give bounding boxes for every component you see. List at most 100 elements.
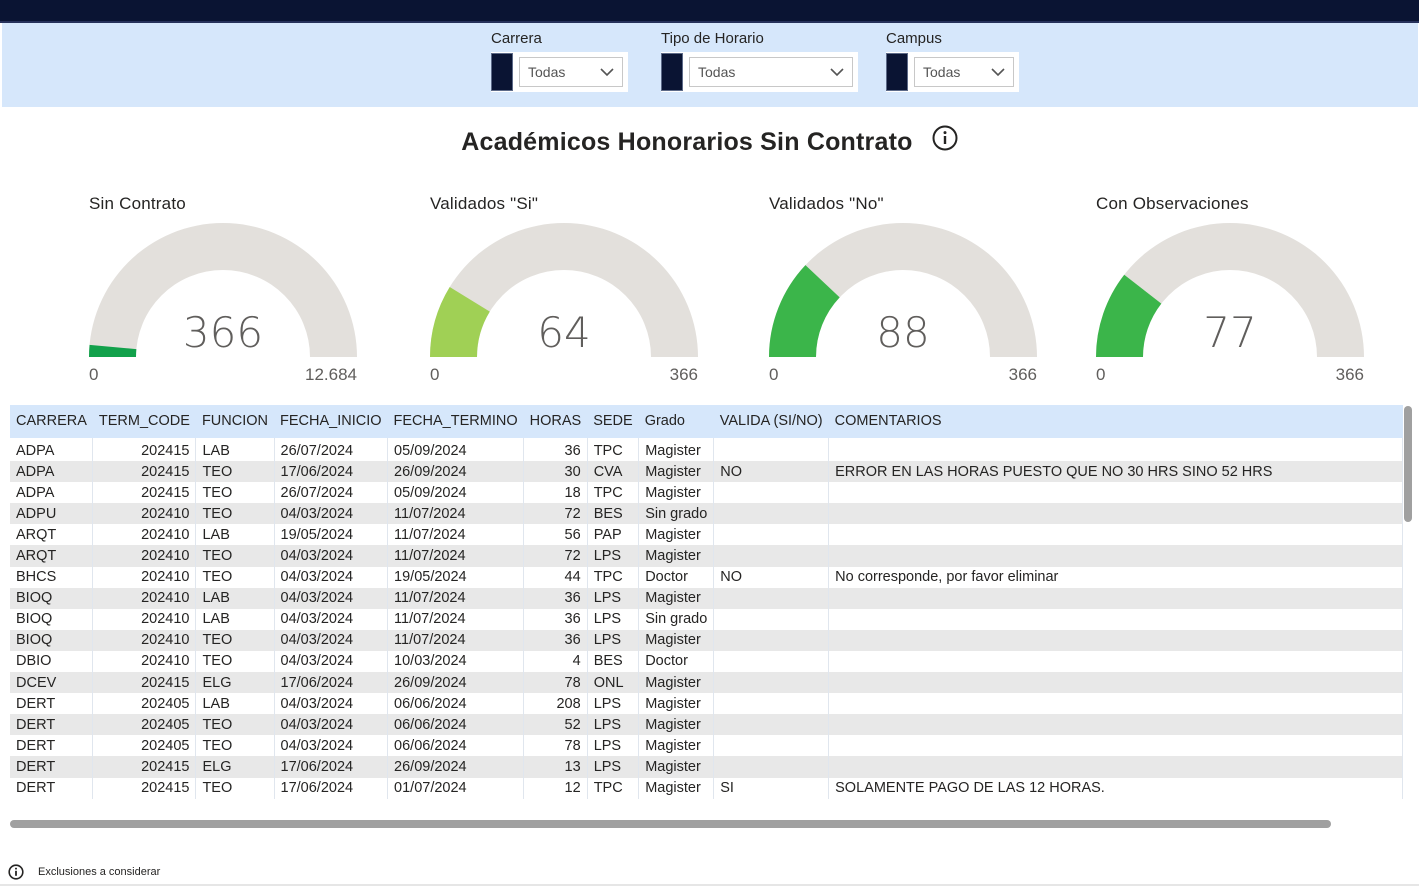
data-table[interactable]: CARRERA TERM_CODE FUNCION FECHA_INICIO FECHA… (10, 405, 1403, 811)
divider (0, 884, 1419, 886)
table-row[interactable]: ARQT 202410 LAB 19/05/2024 11/07/2024 56 PAP Ma… (10, 524, 1403, 546)
carrera-dropdown[interactable]: Todas (519, 57, 623, 87)
column-header[interactable]: FECHA_INICIO (274, 405, 388, 438)
table-cell: 26/07/2024 (274, 482, 389, 504)
table-cell: LAB (195, 524, 275, 546)
page-title-text: Académicos Honorarios Sin Contrato (461, 128, 913, 156)
table-row[interactable]: DERT 202405 LAB 04/03/2024 06/06/2024 208 LPS M… (10, 693, 1403, 715)
table-row[interactable]: DERT 202415 ELG 17/06/2024 26/09/2024 13 LPS Ma… (10, 756, 1403, 778)
table-cell (713, 735, 830, 757)
table-cell: 05/09/2024 (387, 482, 525, 504)
table-cell: BES (587, 650, 640, 673)
table-cell: Magister (638, 735, 715, 757)
table-cell: 56 (523, 524, 588, 546)
gauge-title: Sin Contrato (89, 194, 186, 213)
column-header[interactable]: FUNCION (195, 405, 275, 438)
table-row[interactable]: DERT 202415 TEO 17/06/2024 01/07/2024 12 TPC Ma… (10, 777, 1403, 799)
info-icon[interactable] (932, 125, 958, 158)
table-cell: 04/03/2024 (274, 566, 389, 588)
table-cell (828, 503, 1403, 525)
table-cell: 202415 (92, 777, 197, 799)
column-header[interactable]: TERM_CODE (92, 405, 196, 438)
chevron-down-icon (600, 67, 614, 76)
table-cell: DERT (10, 777, 94, 799)
column-header[interactable]: CARRERA (10, 405, 93, 438)
gauge-value: 88 (876, 308, 930, 357)
table-cell: 11/07/2024 (387, 545, 525, 567)
table-cell: Magister (638, 777, 715, 799)
table-cell (713, 608, 830, 630)
column-header[interactable]: COMENTARIOS (828, 405, 1403, 438)
filter-label: Tipo de Horario (661, 30, 764, 47)
column-header[interactable]: VALIDA (SI/NO) (713, 405, 829, 438)
table-row[interactable]: DERT 202405 TEO 04/03/2024 06/06/2024 52 LPS Ma… (10, 714, 1403, 736)
filter-swatch (886, 53, 908, 91)
table-row[interactable]: ADPA 202415 TEO 17/06/2024 26/09/2024 30 CVA Ma… (10, 461, 1403, 483)
gauge-value: 64 (537, 308, 591, 357)
table-cell: LPS (587, 714, 640, 736)
table-row[interactable]: BHCS 202410 TEO 04/03/2024 19/05/2024 44 TPC Do… (10, 566, 1403, 588)
filter-swatch (661, 53, 683, 91)
table-cell (828, 693, 1403, 715)
table-cell: LPS (587, 608, 640, 630)
table-cell: TEO (195, 777, 275, 799)
table-row[interactable]: ADPU 202410 TEO 04/03/2024 11/07/2024 72 BES Si… (10, 503, 1403, 525)
table-cell: Doctor (638, 566, 715, 588)
table-cell: 44 (523, 566, 588, 588)
table-cell (828, 524, 1403, 546)
table-cell: DERT (10, 714, 94, 736)
column-header[interactable]: HORAS (523, 405, 588, 438)
table-cell: BES (587, 503, 640, 525)
gauge-validados-no: Validados "No" 88 0 366 (769, 190, 1059, 390)
table-row[interactable]: ADPA 202415 TEO 26/07/2024 05/09/2024 18 TPC Ma… (10, 482, 1403, 504)
dropdown-value: Todas (528, 64, 566, 80)
table-cell (713, 587, 830, 609)
filter-label: Campus (886, 30, 942, 47)
table-row[interactable]: BIOQ 202410 TEO 04/03/2024 11/07/2024 36 LPS Ma… (10, 629, 1403, 651)
table-cell: TEO (195, 461, 275, 483)
table-cell: LAB (195, 587, 275, 609)
table-cell: 4 (523, 650, 588, 673)
table-cell: 202410 (92, 545, 197, 567)
table-cell: BHCS (10, 566, 94, 588)
table-cell: 202410 (92, 503, 197, 525)
column-header[interactable]: SEDE (587, 405, 639, 438)
table-cell: LPS (587, 587, 640, 609)
table-row[interactable]: ADPA 202415 LAB 26/07/2024 05/09/2024 36 TPC Ma… (10, 437, 1403, 462)
table-row[interactable]: DCEV 202415 ELG 17/06/2024 26/09/2024 78 ONL Ma… (10, 672, 1403, 694)
table-cell: ADPA (10, 482, 94, 504)
table-cell: 11/07/2024 (387, 503, 525, 525)
filter-campus-box: Todas (886, 52, 1019, 92)
table-cell: 26/09/2024 (387, 756, 525, 778)
chevron-down-icon (991, 67, 1005, 76)
table-row[interactable]: DERT 202405 TEO 04/03/2024 06/06/2024 78 LPS Ma… (10, 735, 1403, 757)
table-row[interactable]: ARQT 202410 TEO 04/03/2024 11/07/2024 72 LPS Ma… (10, 545, 1403, 567)
table-cell (828, 482, 1403, 504)
table-cell: 13 (523, 756, 588, 778)
table-cell: DERT (10, 735, 94, 757)
column-header[interactable]: Grado (638, 405, 714, 438)
column-header[interactable]: FECHA_TERMINO (387, 405, 524, 438)
table-row[interactable]: BIOQ 202410 LAB 04/03/2024 11/07/2024 36 LPS Ma… (10, 587, 1403, 609)
table-row[interactable]: BIOQ 202410 LAB 04/03/2024 11/07/2024 36 LPS Si… (10, 608, 1403, 630)
table-cell: Magister (638, 461, 715, 483)
table-cell: LAB (195, 437, 275, 462)
table-cell: TPC (587, 482, 640, 504)
gauge-min: 0 (769, 365, 779, 384)
table-cell: 10/03/2024 (387, 650, 525, 673)
table-cell (828, 587, 1403, 609)
table-cell: ARQT (10, 524, 94, 546)
table-cell: BIOQ (10, 587, 94, 609)
horizontal-scrollbar[interactable] (10, 820, 1331, 828)
table-cell: 18 (523, 482, 588, 504)
table-cell: 36 (523, 587, 588, 609)
vertical-scrollbar[interactable] (1404, 406, 1412, 522)
table-row[interactable]: DBIO 202410 TEO 04/03/2024 10/03/2024 4 BES Doc… (10, 650, 1403, 673)
tipo-horario-dropdown[interactable]: Todas (689, 57, 853, 87)
info-icon[interactable] (8, 864, 24, 880)
table-cell: 202415 (92, 756, 197, 778)
table-cell: 17/06/2024 (274, 461, 389, 483)
table-cell: 11/07/2024 (387, 629, 525, 651)
campus-dropdown[interactable]: Todas (914, 57, 1014, 87)
gauge-min: 0 (430, 365, 440, 384)
